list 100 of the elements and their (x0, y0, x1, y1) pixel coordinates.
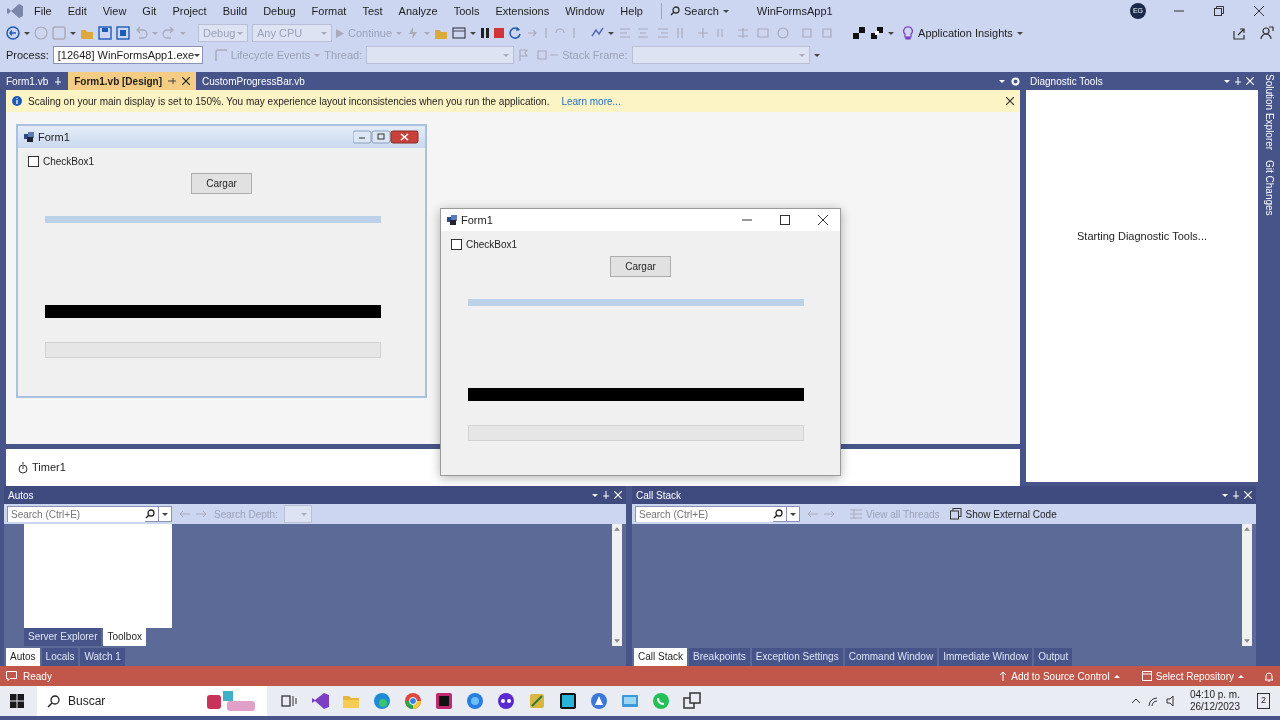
feedback-icon[interactable] (1260, 26, 1274, 40)
task-view-icon[interactable] (280, 692, 298, 710)
document-tab[interactable]: Form1.vb (0, 72, 69, 90)
menu-item[interactable]: Edit (61, 0, 93, 22)
component-label[interactable]: Timer1 (32, 459, 66, 476)
load-button[interactable]: Cargar (191, 173, 252, 194)
checkbox[interactable]: CheckBox1 (451, 237, 830, 252)
save-icon[interactable] (98, 26, 112, 40)
caret-icon[interactable] (70, 31, 76, 35)
caret-icon[interactable] (194, 53, 201, 57)
learn-more-link[interactable]: Learn more... (561, 93, 621, 109)
notification-icon[interactable] (6, 671, 17, 681)
caret-icon[interactable] (790, 512, 796, 516)
app-icon[interactable] (497, 692, 515, 710)
caret-icon[interactable] (1222, 493, 1228, 497)
settings-icon[interactable] (1011, 76, 1020, 86)
menu-item[interactable]: Build (216, 0, 254, 22)
caret-icon[interactable] (722, 9, 729, 13)
pin-icon[interactable] (168, 77, 177, 85)
form-icon (447, 215, 457, 225)
panel-tab[interactable]: Autos (6, 648, 40, 666)
panel-tab[interactable]: Watch 1 (80, 648, 125, 666)
close-icon[interactable] (1254, 6, 1264, 16)
send-back-icon[interactable] (870, 26, 885, 40)
start-icon[interactable] (10, 694, 24, 708)
restore-icon[interactable] (1214, 6, 1224, 16)
notification-badge[interactable]: 2 (1257, 693, 1270, 709)
caret-icon[interactable] (608, 31, 615, 35)
search-icon (145, 509, 155, 519)
application-insights-button[interactable]: Application Insights (902, 24, 1023, 42)
restart-icon[interactable] (508, 26, 523, 40)
app-icon[interactable] (559, 692, 577, 710)
scroll-bar-drawing[interactable] (612, 524, 622, 646)
scroll-bar-drawing[interactable] (1242, 524, 1252, 646)
share-icon[interactable] (1232, 26, 1246, 40)
search-button[interactable]: Search (661, 2, 737, 20)
save-all-icon[interactable] (116, 26, 130, 40)
panel-tab[interactable]: Breakpoints (689, 648, 750, 666)
tray-icons-drawing[interactable] (1130, 695, 1177, 707)
clock-date[interactable]: 26/12/2023 (1189, 701, 1240, 713)
pause-icon[interactable] (480, 28, 491, 38)
status-message: Starting Diagnostic Tools... (1077, 228, 1207, 244)
side-tab[interactable]: Solution Explorer (1261, 74, 1277, 151)
document-tab[interactable]: Form1.vb [Design] (68, 72, 197, 90)
app-icon[interactable] (435, 692, 453, 710)
bell-icon[interactable] (1264, 670, 1274, 682)
chrome-icon[interactable] (404, 692, 422, 710)
timer-icon (18, 461, 28, 474)
panel-tab[interactable]: Command Window (844, 648, 938, 666)
close-icon[interactable] (1006, 97, 1014, 105)
search-field[interactable]: Search (Ctrl+E) (635, 506, 800, 522)
caret-icon[interactable] (999, 79, 1005, 83)
document-tab[interactable]: CustomProgressBar.vb (196, 72, 311, 90)
close-icon[interactable] (818, 215, 828, 225)
windows-app-icon[interactable] (683, 692, 701, 710)
back-icon[interactable] (6, 26, 20, 40)
menu-item[interactable]: Format (305, 0, 353, 22)
panel-tab[interactable]: Toolbox (103, 628, 146, 646)
menu-item[interactable]: File (28, 0, 58, 22)
menu-item[interactable]: Window (559, 0, 611, 22)
panel-tab[interactable]: Output (1034, 648, 1073, 666)
caret-icon[interactable] (1016, 31, 1023, 35)
caret-icon[interactable] (162, 512, 168, 516)
panel-tab[interactable]: Exception Settings (751, 648, 843, 666)
panel-tab[interactable]: Immediate Window (939, 648, 1033, 666)
menu-item[interactable]: Test (356, 0, 389, 22)
window-icon[interactable] (452, 26, 467, 40)
load-button[interactable]: Cargar (610, 256, 671, 277)
panel-tab[interactable]: Locals (41, 648, 79, 666)
source-control-button[interactable]: Add to Source Control (999, 668, 1120, 684)
checkbox[interactable]: CheckBox1 (28, 154, 415, 169)
repository-button[interactable]: Select Repository (1141, 668, 1244, 684)
clock-time[interactable]: 04:10 p. m. (1189, 689, 1240, 701)
process-dropdown[interactable]: [12648] WinFormsApp1.exe (52, 46, 203, 64)
search-field[interactable]: Search (Ctrl+E) (7, 506, 172, 522)
menu-item[interactable]: Tools (447, 0, 486, 22)
visual-studio-icon[interactable] (311, 692, 329, 710)
menu-item[interactable]: Project (166, 0, 213, 22)
menu-item[interactable]: Debug (257, 0, 302, 22)
maximize-icon[interactable] (780, 215, 790, 225)
menu-item[interactable]: Analyze (392, 0, 444, 22)
close-icon[interactable] (182, 77, 191, 85)
menu-item[interactable]: View (96, 0, 133, 22)
caret-icon[interactable] (24, 31, 30, 35)
panel-tab[interactable]: Server Explorer (24, 628, 102, 646)
caret-icon[interactable] (592, 493, 598, 497)
taskbar-search-field[interactable]: Buscar (37, 686, 267, 716)
side-tab[interactable]: Git Changes (1261, 160, 1277, 216)
caret-icon[interactable] (470, 31, 477, 35)
caret-icon[interactable] (888, 31, 895, 35)
menu-item[interactable]: Git (136, 0, 163, 22)
menu-item[interactable]: Help (614, 0, 649, 22)
caret-icon[interactable] (1224, 79, 1230, 83)
bring-front-icon[interactable] (852, 26, 867, 40)
whatsapp-icon[interactable] (652, 692, 670, 710)
caret-icon[interactable] (813, 53, 820, 57)
show-external-code-button[interactable]: Show External Code (949, 506, 1057, 522)
menu-item[interactable]: Extensions (489, 0, 556, 22)
panel-tab[interactable]: Call Stack (634, 648, 687, 666)
solution-name: WinFormsApp1 (756, 3, 833, 19)
